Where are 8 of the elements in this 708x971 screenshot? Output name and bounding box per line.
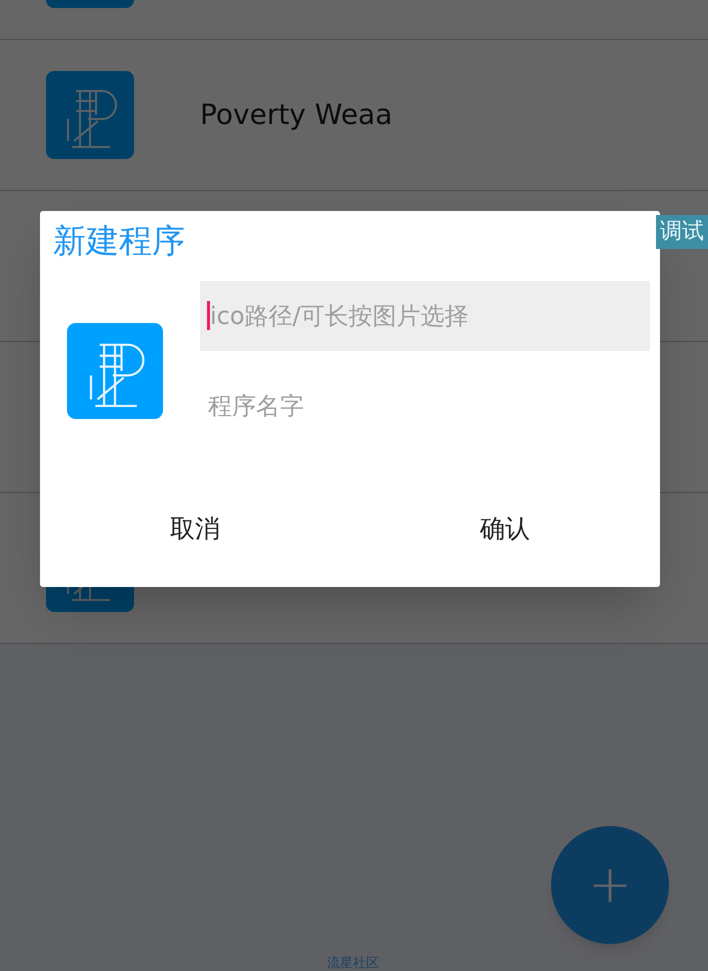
icon-path-field[interactable]: ico路径/可长按图片选择 [200, 281, 650, 351]
app-title: Poverty Weaa [200, 97, 392, 133]
debug-badge: 调试 [656, 215, 708, 249]
confirm-button[interactable]: 确认 [350, 501, 660, 557]
app-logo-icon [67, 323, 163, 419]
cancel-button[interactable]: 取消 [40, 501, 350, 557]
app-logo-icon [46, 71, 134, 159]
dialog-title: 新建程序 [53, 220, 185, 262]
